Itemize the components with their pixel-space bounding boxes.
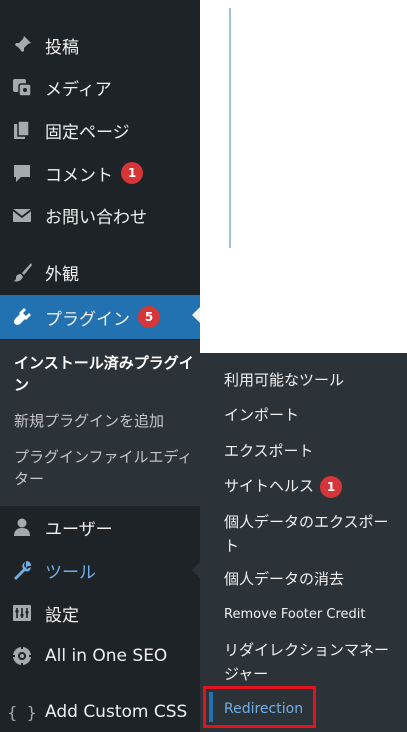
wrench-icon (10, 558, 34, 582)
user-icon (10, 515, 34, 539)
mail-icon (10, 203, 34, 227)
flyout-item-export[interactable]: エクスポート (224, 439, 402, 463)
site-health-badge: 1 (320, 475, 343, 498)
flyout-item-remove-footer-credit[interactable]: Remove Footer Credit (224, 603, 402, 627)
plugin-icon (10, 305, 34, 329)
submenu-installed-plugins[interactable]: インストール済みプラグイン (14, 352, 194, 396)
pages-icon (10, 118, 34, 142)
braces-icon: { } (7, 702, 37, 722)
content-panel (200, 0, 407, 353)
flyout-item-label: サイトヘルス (224, 477, 315, 495)
flyout-item-site-health[interactable]: サイトヘルス 1 (224, 474, 402, 498)
comment-icon (10, 161, 34, 185)
sidebar-item-posts[interactable]: 投稿 (0, 25, 200, 65)
content-focus-edge (229, 8, 231, 248)
sidebar-item-tools[interactable]: ツール (0, 550, 200, 590)
submenu-plugin-file-editor[interactable]: プラグインファイルエディター (14, 446, 194, 490)
flyout-item-export-personal-data[interactable]: 個人データのエクスポート (224, 510, 402, 558)
sidebar-item-media[interactable]: メディア (0, 67, 200, 107)
sidebar-item-label: 外観 (45, 264, 79, 285)
sidebar-item-label: 投稿 (45, 37, 79, 58)
sidebar-item-plugins[interactable]: プラグイン 5 (0, 295, 200, 339)
plugin-update-badge: 5 (138, 306, 160, 328)
highlight-annotation-box (203, 686, 316, 728)
aioseo-icon (10, 644, 34, 668)
submenu-add-new-plugin[interactable]: 新規プラグインを追加 (14, 410, 194, 432)
sidebar-item-label: 設定 (45, 605, 79, 626)
sidebar-item-comments[interactable]: コメント 1 (0, 153, 200, 193)
comment-count-badge: 1 (121, 162, 143, 184)
sidebar-item-label: メディア (45, 79, 112, 100)
sidebar-item-label: お問い合わせ (45, 207, 147, 228)
sidebar-item-contact[interactable]: お問い合わせ (0, 195, 200, 235)
sidebar-item-label: Add Custom CSS (45, 702, 188, 722)
flyout-indicator (192, 562, 200, 578)
sidebar-item-users[interactable]: ユーザー (0, 507, 200, 547)
media-icon (10, 75, 34, 99)
sidebar-item-aioseo[interactable]: All in One SEO (0, 636, 200, 676)
pin-icon (10, 33, 34, 57)
sidebar-item-label: All in One SEO (45, 646, 168, 666)
sidebar-item-label: プラグイン (45, 309, 130, 330)
flyout-item-erase-personal-data[interactable]: 個人データの消去 (224, 567, 402, 591)
sidebar-item-appearance[interactable]: 外観 (0, 252, 200, 292)
sidebar-item-settings[interactable]: 設定 (0, 593, 200, 633)
sidebar-item-label: 固定ページ (45, 122, 130, 143)
tools-flyout-menu: 利用可能なツール インポート エクスポート サイトヘルス 1 個人データのエクスポ… (200, 353, 407, 732)
settings-icon (10, 601, 34, 625)
sidebar-item-label: ユーザー (45, 519, 113, 540)
sidebar-item-pages[interactable]: 固定ページ (0, 110, 200, 150)
sidebar-item-custom-css[interactable]: { } Add Custom CSS (0, 692, 200, 732)
brush-icon (10, 260, 34, 284)
flyout-item-available-tools[interactable]: 利用可能なツール (224, 368, 402, 392)
flyout-item-redirection-manager[interactable]: リダイレクションマネージャー (224, 638, 402, 686)
sidebar-item-label: ツール (45, 562, 96, 583)
flyout-item-import[interactable]: インポート (224, 403, 402, 427)
sidebar-item-label: コメント (45, 165, 113, 186)
plugins-submenu: インストール済みプラグイン 新規プラグインを追加 プラグインファイルエディター (0, 340, 200, 506)
admin-sidebar: 投稿 メディア 固定ページ コメント 1 お問い合わせ 外観 プラグイン 5 イ… (0, 0, 200, 732)
active-indicator (192, 307, 200, 323)
